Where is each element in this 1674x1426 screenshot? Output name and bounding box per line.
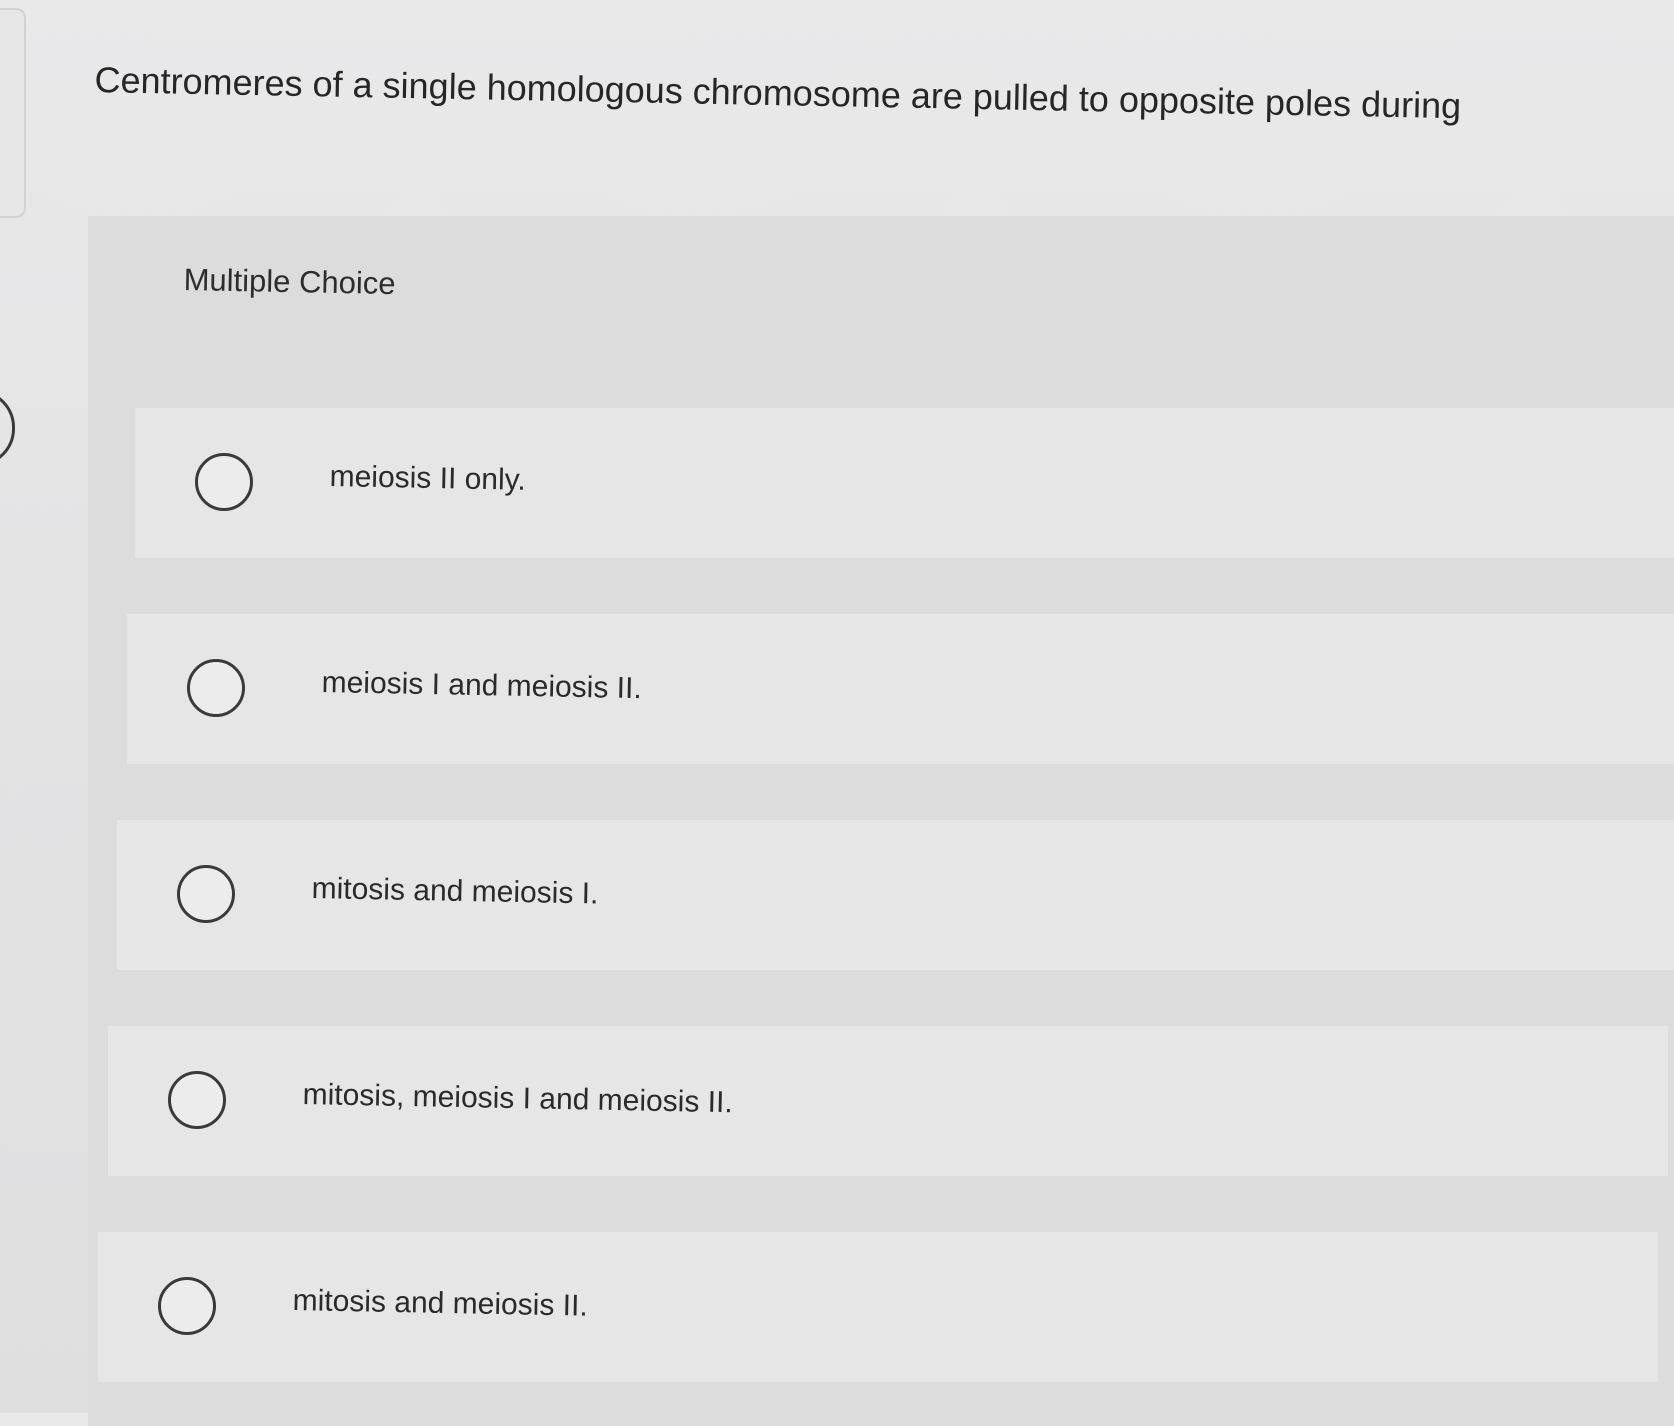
- radio-button-icon[interactable]: [195, 453, 253, 511]
- radio-button-icon[interactable]: [168, 1071, 226, 1129]
- question-text: Centromeres of a single homologous chrom…: [94, 58, 1462, 127]
- answer-option-label: mitosis and meiosis II.: [292, 1284, 589, 1323]
- answer-option-5[interactable]: mitosis and meiosis II.: [98, 1232, 1658, 1382]
- radio-button-icon[interactable]: [187, 659, 245, 717]
- radio-button-icon[interactable]: [158, 1277, 216, 1335]
- answer-option-3[interactable]: mitosis and meiosis I.: [117, 820, 1674, 970]
- side-panel-tab[interactable]: [0, 8, 26, 218]
- radio-button-icon[interactable]: [177, 865, 235, 923]
- answer-option-2[interactable]: meiosis I and meiosis II.: [127, 614, 1674, 764]
- answer-option-1[interactable]: meiosis II only.: [135, 408, 1674, 558]
- multiple-choice-label: Multiple Choice: [183, 262, 396, 302]
- answer-option-label: meiosis II only.: [329, 460, 527, 497]
- answer-option-label: meiosis I and meiosis II.: [321, 666, 643, 706]
- answer-option-label: mitosis and meiosis I.: [311, 872, 599, 911]
- answer-option-4[interactable]: mitosis, meiosis I and meiosis II.: [108, 1026, 1668, 1176]
- answer-option-label: mitosis, meiosis I and meiosis II.: [302, 1078, 734, 1120]
- side-scroll-handle[interactable]: [0, 390, 15, 466]
